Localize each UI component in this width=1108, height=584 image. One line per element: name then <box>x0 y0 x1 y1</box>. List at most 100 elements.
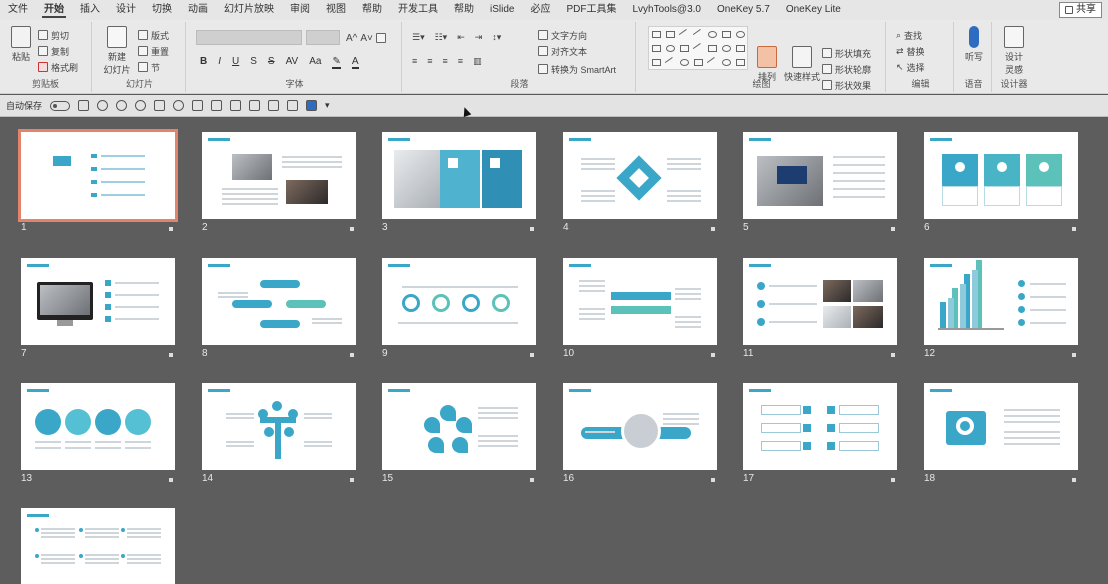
eraser-icon[interactable] <box>173 100 185 111</box>
shape-oval-icon[interactable] <box>679 58 689 66</box>
align-text-button[interactable]: 对齐文本 <box>538 44 587 58</box>
share-button[interactable]: 共享 <box>1059 2 1102 18</box>
slide-thumbnail[interactable] <box>21 508 175 584</box>
shape-line-icon[interactable] <box>692 28 704 40</box>
shape-icon[interactable] <box>154 100 166 111</box>
shape-oval-icon[interactable] <box>707 30 717 38</box>
shape-rect-icon[interactable] <box>721 30 731 38</box>
shape-line-icon[interactable] <box>706 56 718 68</box>
shape-rect-icon[interactable] <box>735 58 745 66</box>
shape-rect-icon[interactable] <box>707 44 717 52</box>
slide-thumbnail[interactable] <box>202 258 356 345</box>
case-button[interactable]: Aa <box>309 56 321 69</box>
shape-rect-icon[interactable] <box>735 44 745 52</box>
slide-thumbnail[interactable] <box>563 132 717 219</box>
reset-button[interactable]: 重置 <box>138 44 169 58</box>
shadow-button[interactable]: S <box>250 56 257 69</box>
find-button[interactable]: ⌕ 查找 <box>896 28 922 42</box>
shape-line-icon[interactable] <box>692 42 704 54</box>
underline-button[interactable]: U <box>232 56 239 69</box>
slide-thumbnail[interactable] <box>563 383 717 470</box>
ribbon-tab[interactable]: 视图 <box>318 0 354 20</box>
redo-icon[interactable] <box>116 100 128 111</box>
ribbon-tab[interactable]: OneKey 5.7 <box>709 0 778 20</box>
align-icon[interactable] <box>230 100 242 111</box>
highlight-color-icon[interactable]: ✎ <box>332 56 341 69</box>
arrange-button[interactable]: 排列 <box>752 46 782 83</box>
spacing-button[interactable]: AV <box>286 56 299 69</box>
ribbon-tab[interactable]: 必应 <box>522 0 558 20</box>
customize-qat-icon[interactable]: ▾ <box>325 100 330 111</box>
shape-rect-icon[interactable] <box>651 58 661 66</box>
color-picker-icon[interactable] <box>306 100 318 111</box>
start-slideshow-icon[interactable] <box>135 100 147 111</box>
paste-button[interactable]: 粘贴 <box>6 26 36 63</box>
ribbon-tab[interactable]: 帮助 <box>446 0 482 20</box>
ribbon-tab[interactable]: 审阅 <box>282 0 318 20</box>
ribbon-tab[interactable]: 幻灯片放映 <box>216 0 282 20</box>
shape-rect-icon[interactable] <box>651 30 661 38</box>
ribbon-tab[interactable]: OneKey Lite <box>778 0 849 20</box>
shape-fill-button[interactable]: 形状填充 <box>822 46 871 60</box>
strike-button[interactable]: S <box>268 56 275 69</box>
slide-thumbnail[interactable] <box>21 258 175 345</box>
shape-oval-icon[interactable] <box>721 58 731 66</box>
ribbon-tab[interactable]: 开始 <box>36 0 72 20</box>
justify-icon[interactable]: ≡ <box>458 56 463 67</box>
ribbon-tab[interactable]: PDF工具集 <box>558 0 624 20</box>
slide-thumbnail[interactable] <box>563 258 717 345</box>
clear-format-icon[interactable] <box>375 33 386 43</box>
fill-icon[interactable] <box>287 100 299 111</box>
shape-rect-icon[interactable] <box>665 30 675 38</box>
ribbon-tab[interactable]: 切换 <box>144 0 180 20</box>
group-icon[interactable] <box>192 100 204 111</box>
new-slide-button[interactable]: 新建 幻灯片 <box>102 26 132 76</box>
font-size-dropdown[interactable] <box>306 30 340 45</box>
ribbon-tab[interactable]: 插入 <box>72 0 108 20</box>
font-color-icon[interactable]: A <box>351 56 359 69</box>
shape-oval-icon[interactable] <box>721 44 731 52</box>
ribbon-tab[interactable]: LvyhTools@3.0 <box>624 0 709 20</box>
distribute-icon[interactable] <box>249 100 261 111</box>
columns-icon[interactable]: ▥ <box>473 56 482 67</box>
shapes-gallery[interactable] <box>648 26 748 70</box>
select-button[interactable]: ↖ 选择 <box>896 60 925 74</box>
shape-outline-button[interactable]: 形状轮廓 <box>822 62 871 76</box>
format-painter-button[interactable]: 格式刷 <box>38 60 78 74</box>
grow-font-icon[interactable]: A^ <box>346 33 357 44</box>
shape-oval-icon[interactable] <box>735 30 745 38</box>
align-center-icon[interactable]: ≡ <box>427 56 432 67</box>
slide-thumbnail[interactable] <box>743 258 897 345</box>
align-left-icon[interactable]: ≡ <box>412 56 417 67</box>
slide-thumbnail[interactable] <box>382 132 536 219</box>
bullets-icon[interactable]: ☰▾ <box>412 32 425 43</box>
ribbon-tab[interactable]: 帮助 <box>354 0 390 20</box>
italic-button[interactable]: I <box>218 56 221 69</box>
section-button[interactable]: 节 <box>138 60 160 74</box>
copy-button[interactable]: 复制 <box>38 44 69 58</box>
ribbon-tab[interactable]: 文件 <box>0 0 36 20</box>
shape-rect-icon[interactable] <box>679 44 689 52</box>
dictate-button[interactable]: 听写 <box>959 26 989 63</box>
save-icon[interactable] <box>78 100 90 111</box>
slide-thumbnail[interactable] <box>202 383 356 470</box>
shape-line-icon[interactable] <box>678 28 690 40</box>
autosave-toggle[interactable] <box>50 100 71 111</box>
layout-button[interactable]: 版式 <box>138 28 169 42</box>
quick-styles-button[interactable]: 快速样式 <box>784 46 820 83</box>
smartart-button[interactable]: 转换为 SmartArt <box>538 62 616 76</box>
increase-indent-icon[interactable]: ⇥ <box>475 32 483 43</box>
slide-thumbnail[interactable] <box>924 258 1078 345</box>
line-spacing-icon[interactable]: ↕▾ <box>492 32 501 43</box>
ribbon-tab[interactable]: 动画 <box>180 0 216 20</box>
bold-button[interactable]: B <box>200 56 207 69</box>
shape-rect-icon[interactable] <box>693 58 703 66</box>
slide-thumbnail[interactable] <box>18 129 178 222</box>
slide-thumbnail[interactable] <box>21 383 175 470</box>
text-direction-button[interactable]: 文字方向 <box>538 28 587 42</box>
shape-line-icon[interactable] <box>664 56 676 68</box>
decrease-indent-icon[interactable]: ⇤ <box>457 32 465 43</box>
shrink-font-icon[interactable]: A˅ <box>360 33 373 44</box>
slide-thumbnail[interactable] <box>202 132 356 219</box>
slide-thumbnail[interactable] <box>743 383 897 470</box>
